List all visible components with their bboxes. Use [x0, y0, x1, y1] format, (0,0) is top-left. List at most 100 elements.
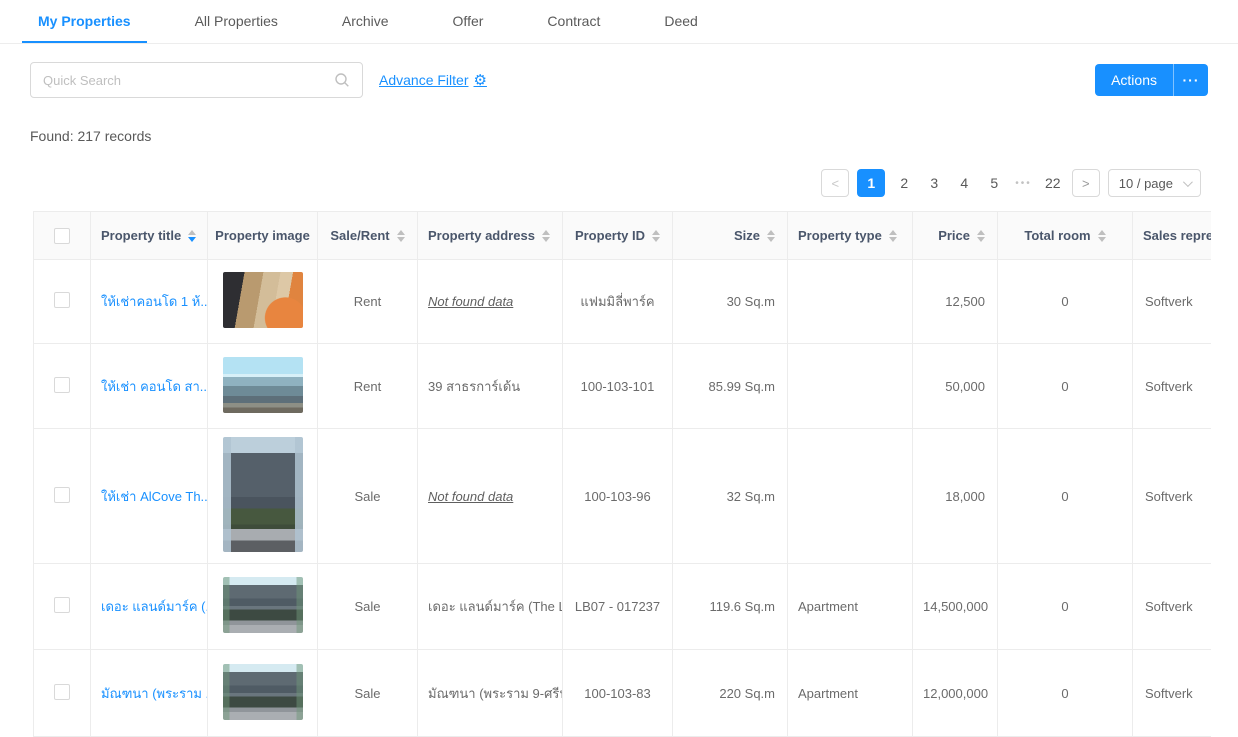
size-cell: 32 Sq.m: [673, 429, 788, 564]
table-row: ให้เช่า AlCove Th... Sale Not found data…: [34, 429, 1212, 564]
column-label: Property type: [798, 228, 882, 243]
sort-icon: [652, 230, 660, 242]
chevron-down-icon: [1183, 177, 1193, 187]
tabs-bar: My Properties All Properties Archive Off…: [0, 0, 1238, 44]
row-checkbox[interactable]: [54, 597, 70, 613]
tab-archive[interactable]: Archive: [326, 0, 405, 43]
pagination-page-5[interactable]: 5: [983, 169, 1005, 197]
sale-rent-cell: Rent: [318, 344, 418, 429]
property-id-cell: 100-103-83: [563, 650, 673, 737]
column-header-sales-representative[interactable]: Sales representative: [1133, 212, 1212, 260]
tab-my-properties[interactable]: My Properties: [22, 0, 147, 43]
property-type-cell: Apartment: [788, 650, 913, 737]
actions-button-group: Actions ···: [1095, 64, 1208, 96]
pagination-prev-button[interactable]: <: [821, 169, 849, 197]
pagination-page-3[interactable]: 3: [923, 169, 945, 197]
property-title-link[interactable]: ให้เช่า คอนโด สา...: [101, 379, 208, 394]
property-title-link[interactable]: เดอะ แลนด์มาร์ค (...: [101, 599, 208, 614]
sale-rent-cell: Rent: [318, 260, 418, 344]
pagination-page-1[interactable]: 1: [857, 169, 885, 197]
column-header-size[interactable]: Size: [673, 212, 788, 260]
property-id-cell: 100-103-101: [563, 344, 673, 429]
pagination-next-button[interactable]: >: [1072, 169, 1100, 197]
price-cell: 12,000,000: [913, 650, 998, 737]
column-header-price[interactable]: Price: [913, 212, 998, 260]
property-type-cell: [788, 429, 913, 564]
tab-all-properties[interactable]: All Properties: [179, 0, 294, 43]
column-label: Property ID: [575, 228, 645, 243]
row-checkbox[interactable]: [54, 377, 70, 393]
total-room-cell: 0: [998, 344, 1133, 429]
table-row: มัณฑนา (พระราม ... Sale มัณฑนา (พระราม 9…: [34, 650, 1212, 737]
properties-table: Property title Property image Sale/Rent …: [33, 211, 1211, 737]
sort-icon: [889, 230, 897, 242]
sales-rep-cell: Softverk: [1133, 429, 1212, 564]
actions-more-button[interactable]: ···: [1174, 64, 1208, 96]
sort-icon: [767, 230, 775, 242]
row-checkbox[interactable]: [54, 487, 70, 503]
column-header-total-room[interactable]: Total room: [998, 212, 1133, 260]
select-all-header: [34, 212, 91, 260]
property-title-link[interactable]: ให้เช่า AlCove Th...: [101, 489, 208, 504]
property-title-link[interactable]: ให้เช่าคอนโด 1 ห้...: [101, 294, 208, 309]
pagination-ellipsis[interactable]: •••: [1013, 178, 1034, 189]
sort-icon: [977, 230, 985, 242]
row-checkbox[interactable]: [54, 292, 70, 308]
total-room-cell: 0: [998, 260, 1133, 344]
total-room-cell: 0: [998, 564, 1133, 650]
property-photo: [223, 664, 303, 720]
size-cell: 30 Sq.m: [673, 260, 788, 344]
address-cell: 39 สาธรการ์เด้น: [418, 344, 563, 429]
address-cell: มัณฑนา (พระราม 9-ศรีน...: [418, 650, 563, 737]
column-header-property-title[interactable]: Property title: [91, 212, 208, 260]
column-header-property-address[interactable]: Property address: [418, 212, 563, 260]
row-checkbox[interactable]: [54, 684, 70, 700]
tab-deed[interactable]: Deed: [648, 0, 713, 43]
price-cell: 12,500: [913, 260, 998, 344]
tab-offer[interactable]: Offer: [437, 0, 500, 43]
column-header-sale-rent[interactable]: Sale/Rent: [318, 212, 418, 260]
ellipsis-icon: ···: [1183, 72, 1200, 88]
column-header-property-image: Property image: [208, 212, 318, 260]
property-type-cell: [788, 344, 913, 429]
property-photo: [223, 437, 303, 552]
property-type-cell: [788, 260, 913, 344]
sales-rep-cell: Softverk: [1133, 344, 1212, 429]
table-row: ให้เช่า คอนโด สา... Rent 39 สาธรการ์เด้น…: [34, 344, 1212, 429]
pagination-page-4[interactable]: 4: [953, 169, 975, 197]
pagination-page-22[interactable]: 22: [1042, 169, 1064, 197]
address-cell: Not found data: [428, 489, 513, 504]
column-header-property-type[interactable]: Property type: [788, 212, 913, 260]
properties-table-wrapper: Property title Property image Sale/Rent …: [33, 211, 1211, 737]
tab-contract[interactable]: Contract: [531, 0, 616, 43]
advance-filter-link[interactable]: Advance Filter ⚙: [379, 71, 487, 89]
property-id-cell: แฟมมิลี่พาร์ค: [563, 260, 673, 344]
column-label: Property address: [428, 228, 535, 243]
table-row: ให้เช่าคอนโด 1 ห้... Rent Not found data…: [34, 260, 1212, 344]
pagination: < 1 2 3 4 5 ••• 22 > 10 / page: [0, 169, 1201, 197]
price-cell: 18,000: [913, 429, 998, 564]
column-label: Price: [938, 228, 970, 243]
search-icon: [334, 72, 350, 88]
property-title-link[interactable]: มัณฑนา (พระราม ...: [101, 686, 208, 701]
price-cell: 50,000: [913, 344, 998, 429]
pagination-page-2[interactable]: 2: [893, 169, 915, 197]
column-label: Size: [734, 228, 760, 243]
sales-rep-cell: Softverk: [1133, 260, 1212, 344]
property-photo: [223, 357, 303, 413]
search-input[interactable]: [43, 73, 334, 88]
column-label: Sale/Rent: [330, 228, 389, 243]
page-size-select[interactable]: 10 / page: [1108, 169, 1201, 197]
address-cell: เดอะ แลนด์มาร์ค (The L...: [418, 564, 563, 650]
actions-button[interactable]: Actions: [1095, 64, 1174, 96]
toolbar: Advance Filter ⚙ Actions ···: [30, 62, 1208, 98]
total-room-cell: 0: [998, 650, 1133, 737]
address-cell: Not found data: [428, 294, 513, 309]
select-all-checkbox[interactable]: [54, 228, 70, 244]
column-header-property-id[interactable]: Property ID: [563, 212, 673, 260]
sale-rent-cell: Sale: [318, 564, 418, 650]
records-count: Found: 217 records: [30, 128, 1238, 144]
column-label: Property image: [215, 228, 310, 243]
column-label: Sales representative: [1143, 228, 1211, 243]
price-cell: 14,500,000: [913, 564, 998, 650]
